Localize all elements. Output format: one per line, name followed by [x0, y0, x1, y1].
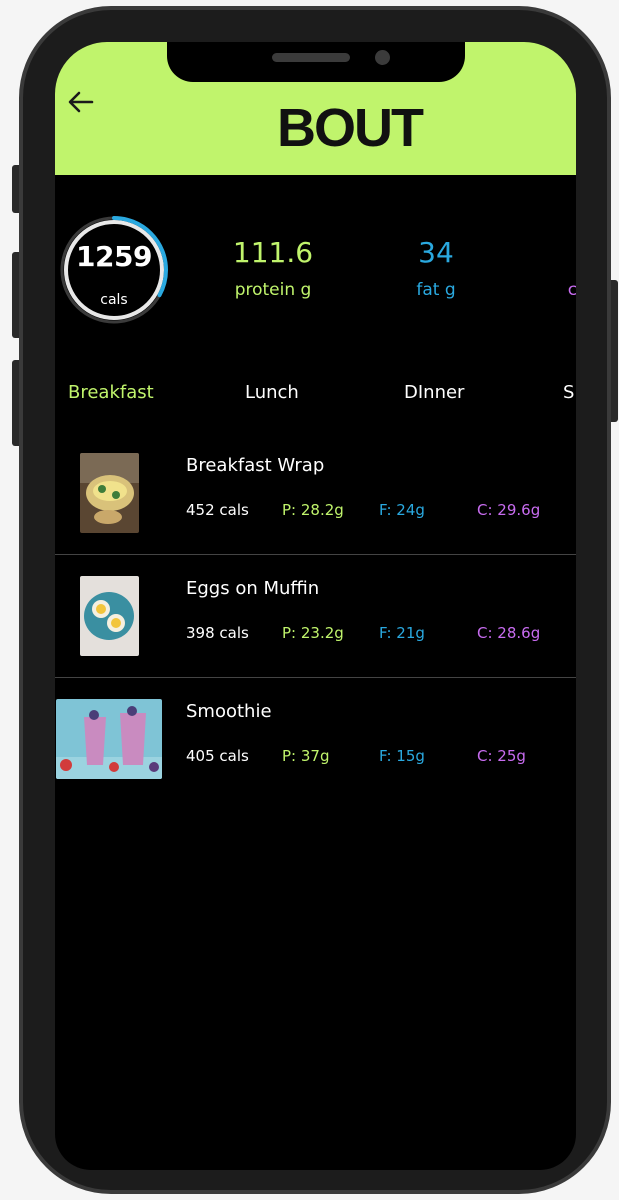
smoothie-photo: [56, 699, 162, 779]
meal-name: Eggs on Muffin: [186, 578, 320, 599]
meal-carbs: C: 25g: [477, 747, 526, 765]
bout-logo: BOUT: [277, 98, 426, 154]
front-camera: [375, 50, 390, 65]
meal-protein: P: 37g: [282, 747, 330, 765]
calories-unit: cals: [100, 292, 128, 308]
meal-calories: 398 cals: [186, 624, 249, 642]
logo-text: BOUT: [277, 98, 424, 154]
meal-item-eggs-on-muffin[interactable]: Eggs on Muffin 398 cals P: 23.2g F: 21g …: [55, 556, 576, 678]
meal-name: Breakfast Wrap: [186, 455, 325, 476]
meal-item-smoothie[interactable]: Smoothie 405 cals P: 37g F: 15g C: 25g: [55, 679, 576, 801]
calories-value: 1259: [76, 240, 152, 273]
macro-protein: 111.6 protein g: [203, 236, 343, 301]
divider: [55, 554, 576, 555]
macro-protein-label: protein g: [234, 280, 312, 300]
meal-protein: P: 23.2g: [282, 624, 344, 642]
meal-carbs: C: 29.6g: [477, 501, 541, 519]
macro-carbs-label: carbs g: [567, 280, 576, 300]
macro-fat-value: 34: [418, 236, 454, 269]
tab-snacks[interactable]: Snacks: [563, 382, 576, 403]
meal-fat: F: 15g: [379, 747, 425, 765]
meal-calories: 405 cals: [186, 747, 249, 765]
meal-item-breakfast-wrap[interactable]: Breakfast Wrap 452 cals P: 28.2g F: 24g …: [55, 433, 576, 555]
tab-breakfast[interactable]: Breakfast: [68, 382, 154, 403]
meal-carbs: C: 28.6g: [477, 624, 541, 642]
divider: [55, 677, 576, 678]
meal-fat: F: 24g: [379, 501, 425, 519]
macro-fat-label: fat g: [416, 280, 456, 300]
phone-notch: [167, 42, 465, 82]
tab-dinner[interactable]: DInner: [404, 382, 464, 403]
macro-fat: 34 fat g: [366, 236, 506, 301]
app-screen: BOUT 1259 cals 111.6 protein g 34 fat g …: [55, 42, 576, 1170]
breakfast-wrap-photo: [80, 453, 139, 533]
meal-tabs: Breakfast Lunch DInner Snacks: [55, 382, 576, 406]
meal-name: Smoothie: [186, 701, 272, 722]
meal-calories: 452 cals: [186, 501, 249, 519]
speaker-grille: [272, 53, 350, 62]
tab-lunch[interactable]: Lunch: [245, 382, 299, 403]
meal-fat: F: 21g: [379, 624, 425, 642]
meal-protein: P: 28.2g: [282, 501, 344, 519]
eggs-on-muffin-photo: [80, 576, 139, 656]
arrow-left-icon[interactable]: [65, 86, 97, 118]
macro-carbs-value: 10: [529, 238, 576, 268]
macro-protein-value: 111.6: [232, 236, 314, 269]
macro-carbs: 10 carbs g: [529, 238, 576, 300]
